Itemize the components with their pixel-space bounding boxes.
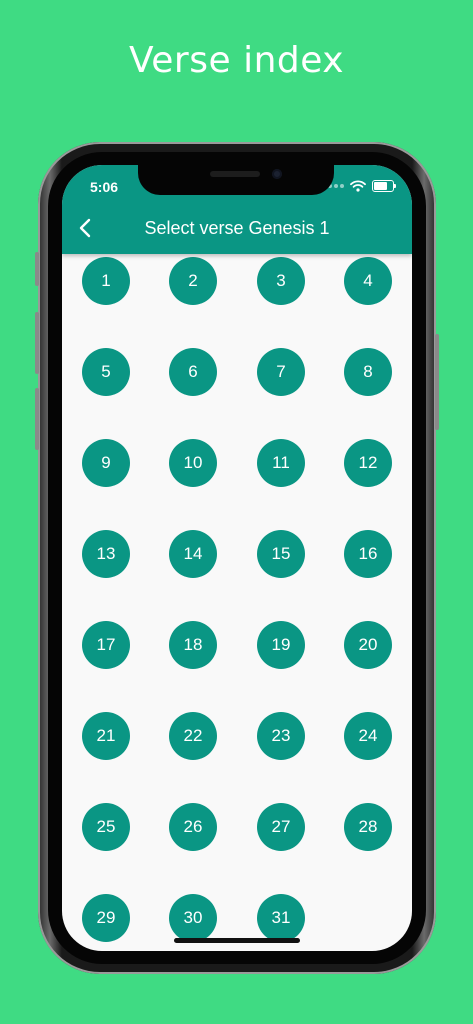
notch [138,165,334,195]
promo-page: Verse index 5:06 Select verse Genesis 1 … [0,0,473,1024]
status-time: 5:06 [90,179,119,195]
verse-button[interactable]: 4 [344,257,392,305]
verse-button[interactable]: 10 [169,439,217,487]
front-camera [272,169,282,179]
verse-button[interactable]: 25 [82,803,130,851]
verse-button[interactable]: 27 [257,803,305,851]
page-title: Select verse Genesis 1 [144,218,330,238]
speaker-grille [210,171,260,177]
volume-down-button [35,388,39,450]
app-screen: 5:06 Select verse Genesis 1 1 2 3 4 5 6 … [62,165,412,951]
mute-switch [35,252,39,286]
battery-icon [372,180,396,192]
verse-button[interactable]: 9 [82,439,130,487]
verse-button[interactable]: 2 [169,257,217,305]
verse-button[interactable]: 23 [257,712,305,760]
verse-button[interactable]: 13 [82,530,130,578]
verse-button[interactable]: 19 [257,621,305,669]
wifi-icon [350,180,366,192]
verse-button[interactable]: 7 [257,348,305,396]
verse-button[interactable]: 17 [82,621,130,669]
verse-button[interactable]: 8 [344,348,392,396]
verse-button[interactable]: 5 [82,348,130,396]
verse-button[interactable]: 21 [82,712,130,760]
promo-headline: Verse index [128,40,345,81]
verse-button[interactable]: 29 [82,894,130,942]
verse-button[interactable]: 20 [344,621,392,669]
phone-frame: 5:06 Select verse Genesis 1 1 2 3 4 5 6 … [35,142,439,974]
verse-button[interactable]: 3 [257,257,305,305]
verse-button[interactable]: 18 [169,621,217,669]
verse-button[interactable]: 11 [257,439,305,487]
verse-button[interactable]: 31 [257,894,305,942]
volume-up-button [35,312,39,374]
verse-button[interactable]: 22 [169,712,217,760]
power-button [435,334,439,430]
verse-grid: 1 2 3 4 5 6 7 8 9 10 11 12 13 14 15 16 17 18 19 20 21 22 23 24 2… [62,254,412,951]
verse-button[interactable]: 6 [169,348,217,396]
verse-button[interactable]: 28 [344,803,392,851]
verse-button[interactable]: 12 [344,439,392,487]
verse-button[interactable]: 26 [169,803,217,851]
verse-button[interactable]: 16 [344,530,392,578]
home-indicator[interactable] [174,938,300,943]
status-icons [322,180,396,192]
verse-button[interactable]: 24 [344,712,392,760]
verse-button[interactable]: 1 [82,257,130,305]
verse-button[interactable]: 15 [257,530,305,578]
verse-button[interactable]: 14 [169,530,217,578]
verse-button[interactable]: 30 [169,894,217,942]
